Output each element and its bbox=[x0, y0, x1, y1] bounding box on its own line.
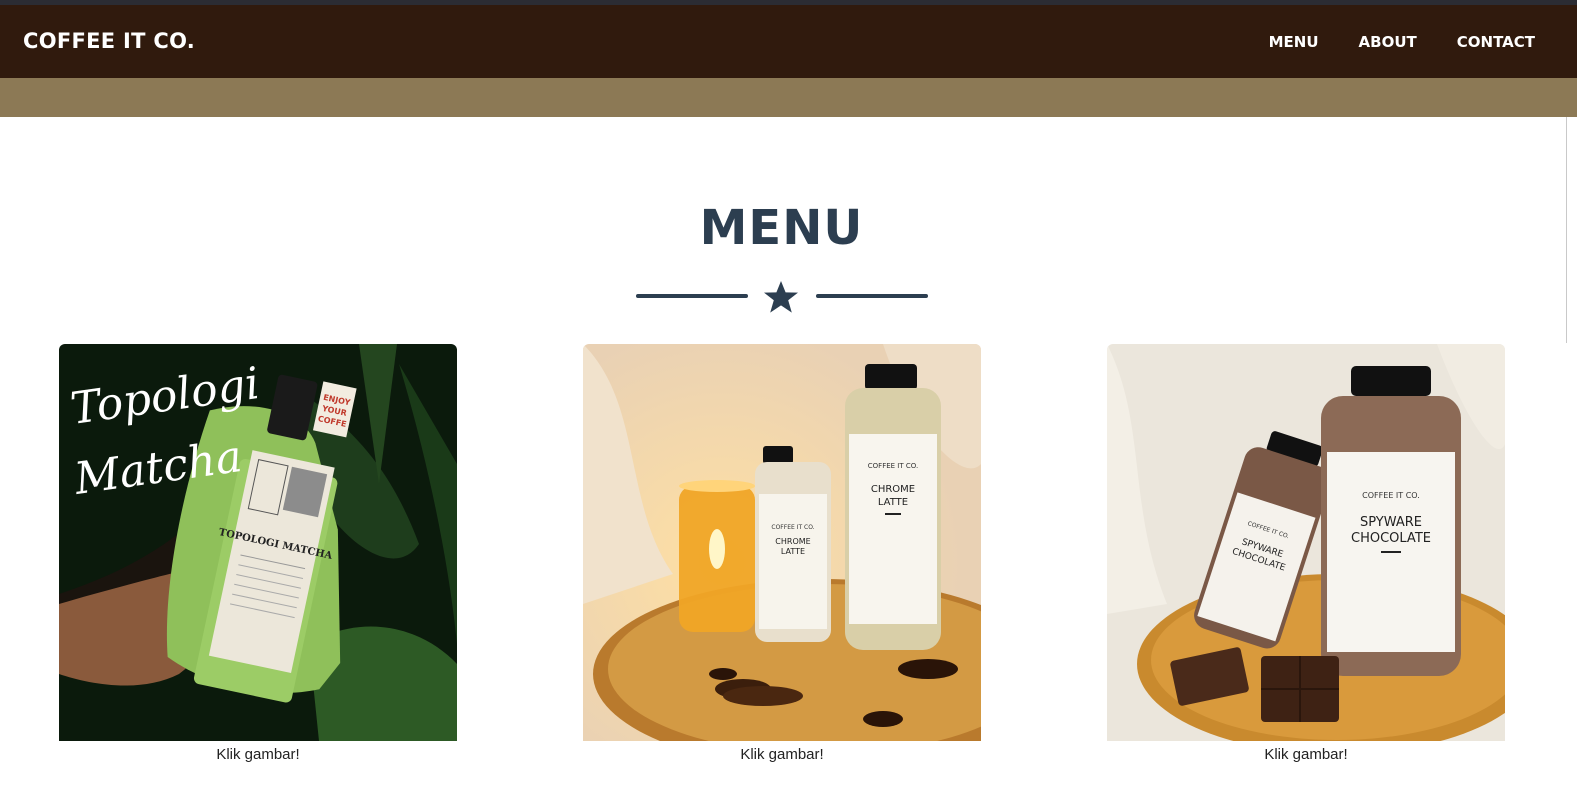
svg-text:SPYWARE: SPYWARE bbox=[1360, 515, 1422, 530]
title-divider bbox=[636, 280, 928, 313]
svg-text:CHROME: CHROME bbox=[871, 484, 915, 495]
menu-card-chrome-latte: COFFEE IT CO. CHROME LATTE COFFEE IT CO.… bbox=[583, 344, 981, 763]
header-band bbox=[0, 78, 1577, 117]
section-title: MENU bbox=[699, 200, 864, 256]
svg-text:CHOCOLATE: CHOCOLATE bbox=[1351, 531, 1431, 546]
menu-caption: Klik gambar! bbox=[216, 746, 300, 763]
svg-text:COFFEE IT CO.: COFFEE IT CO. bbox=[1362, 491, 1420, 500]
menu-image-topologi-matcha[interactable]: ENJOY YOUR COFFE TOPOLOGI MATCHA Topolog… bbox=[59, 344, 457, 741]
menu-card-topologi-matcha: ENJOY YOUR COFFE TOPOLOGI MATCHA Topolog… bbox=[59, 344, 457, 763]
menu-image-spyware-chocolate[interactable]: COFFEE IT CO. SPYWARE CHOCOLATE COFFEE I… bbox=[1107, 344, 1505, 741]
divider-line-left bbox=[636, 294, 748, 298]
nav-link-contact[interactable]: CONTACT bbox=[1457, 33, 1535, 51]
svg-text:COFFEE IT CO.: COFFEE IT CO. bbox=[868, 462, 918, 470]
svg-text:COFFEE IT CO.: COFFEE IT CO. bbox=[771, 524, 814, 531]
nav-link-about[interactable]: ABOUT bbox=[1359, 33, 1417, 51]
divider-line-right bbox=[816, 294, 928, 298]
nav-link-menu[interactable]: MENU bbox=[1269, 33, 1319, 51]
svg-text:LATTE: LATTE bbox=[781, 547, 805, 556]
brand-logo-link[interactable]: COFFEE IT CO. bbox=[23, 5, 195, 78]
menu-image-chrome-latte[interactable]: COFFEE IT CO. CHROME LATTE COFFEE IT CO.… bbox=[583, 344, 981, 741]
menu-caption: Klik gambar! bbox=[1264, 746, 1348, 763]
nav-links: MENU ABOUT CONTACT bbox=[1269, 5, 1535, 78]
page-edge-line bbox=[1566, 117, 1567, 343]
navbar: COFFEE IT CO. MENU ABOUT CONTACT bbox=[0, 5, 1577, 78]
svg-text:CHROME: CHROME bbox=[775, 537, 810, 546]
star-icon bbox=[764, 281, 798, 313]
svg-text:LATTE: LATTE bbox=[878, 497, 908, 508]
menu-card-spyware-chocolate: COFFEE IT CO. SPYWARE CHOCOLATE COFFEE I… bbox=[1107, 344, 1505, 763]
menu-caption: Klik gambar! bbox=[740, 746, 824, 763]
